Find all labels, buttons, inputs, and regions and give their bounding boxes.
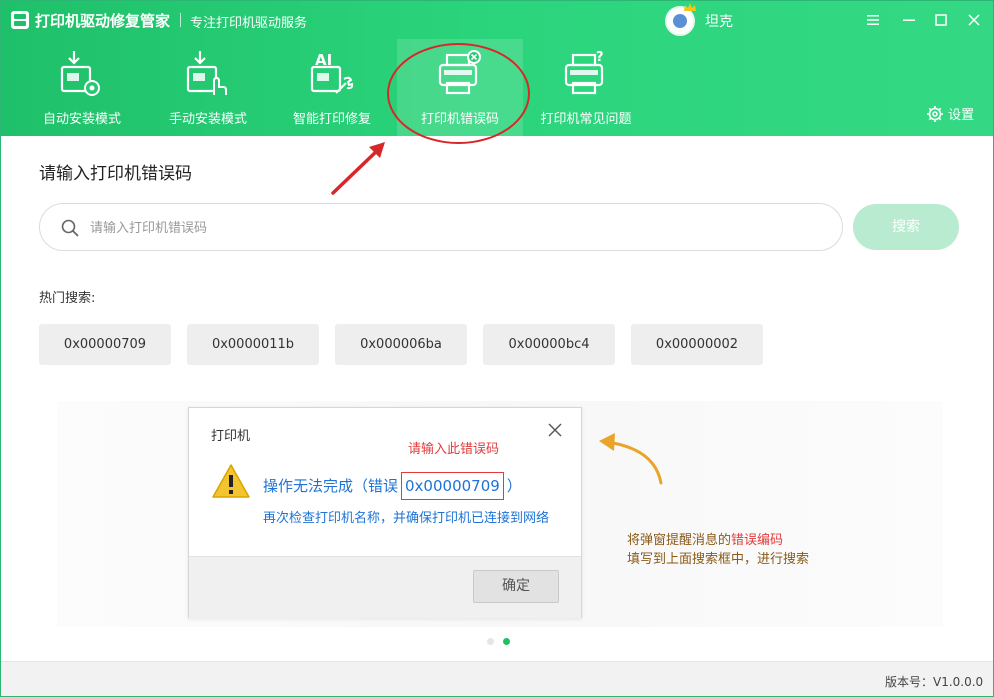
settings-label: 设置 bbox=[948, 108, 975, 123]
hot-tag[interactable]: 0x00000709 bbox=[39, 324, 171, 365]
page-heading: 请输入打印机错误码 bbox=[39, 164, 192, 184]
gear-icon bbox=[927, 105, 943, 122]
avatar-image bbox=[673, 14, 687, 28]
guide-instruction: 将弹窗提醒消息的错误编码 填写到上面搜索框中，进行搜索 bbox=[627, 531, 809, 569]
annotation-arrow-orange bbox=[599, 433, 663, 485]
header: 打印机驱动修复管家 专注打印机驱动服务 坦克 自动安装模式 手动安装模式 AI … bbox=[1, 1, 993, 136]
username[interactable]: 坦克 bbox=[705, 11, 733, 31]
hot-tag[interactable]: 0x00000002 bbox=[631, 324, 763, 365]
nav-manual-install[interactable]: 手动安装模式 bbox=[145, 39, 271, 136]
carousel-dot-active[interactable] bbox=[503, 638, 510, 645]
maximize-button[interactable] bbox=[931, 10, 951, 30]
crown-icon bbox=[684, 3, 696, 11]
guide-instruction-line1: 将弹窗提醒消息的错误编码 bbox=[627, 531, 809, 550]
search-icon bbox=[61, 219, 79, 237]
search-input[interactable] bbox=[90, 214, 820, 242]
title-bar: 打印机驱动修复管家 专注打印机驱动服务 坦克 bbox=[1, 1, 993, 39]
close-icon bbox=[968, 14, 980, 26]
close-button[interactable] bbox=[964, 10, 984, 30]
error-sub-message: 再次检查打印机名称，并确保打印机已连接到网络 bbox=[263, 511, 550, 526]
minimize-button[interactable] bbox=[899, 10, 919, 30]
search-button[interactable]: 搜索 bbox=[853, 204, 959, 250]
close-icon bbox=[548, 423, 562, 437]
guide-text-part1: 将弹窗提醒消息的 bbox=[627, 533, 732, 548]
error-code-highlight: 0x00000709 bbox=[401, 472, 504, 500]
nav-printer-error-code-label: 打印机错误码 bbox=[420, 112, 499, 127]
guide-instruction-line2: 填写到上面搜索框中，进行搜索 bbox=[627, 552, 810, 567]
printer-question-icon: ? bbox=[564, 50, 604, 95]
error-message-suffix: ） bbox=[506, 477, 522, 495]
dialog-footer: 确定 bbox=[189, 556, 581, 618]
download-settings-icon bbox=[60, 51, 100, 96]
nav-printer-faq-label: 打印机常见问题 bbox=[540, 112, 632, 127]
dialog-title: 打印机 bbox=[211, 429, 251, 444]
settings-button[interactable]: 设置 bbox=[926, 104, 974, 123]
nav-auto-install-label: 自动安装模式 bbox=[42, 112, 121, 127]
carousel-dot[interactable] bbox=[487, 638, 494, 645]
minimize-icon bbox=[903, 19, 915, 21]
nav-auto-install[interactable]: 自动安装模式 bbox=[19, 39, 145, 136]
app-subtitle: 专注打印机驱动服务 bbox=[190, 16, 308, 31]
app-logo-icon bbox=[11, 11, 29, 29]
hint-text: 请输入此错误码 bbox=[408, 442, 500, 457]
menu-button[interactable] bbox=[863, 10, 883, 30]
warning-icon bbox=[212, 464, 250, 498]
ai-wrench-icon: AI bbox=[310, 51, 354, 94]
hot-tag[interactable]: 0x0000011b bbox=[187, 324, 319, 365]
svg-text:?: ? bbox=[596, 50, 604, 65]
hot-tag[interactable]: 0x000006ba bbox=[335, 324, 467, 365]
nav-printer-error-code[interactable]: 打印机错误码 bbox=[397, 39, 523, 136]
ok-button: 确定 bbox=[473, 570, 559, 603]
hot-search-label: 热门搜索: bbox=[39, 291, 96, 306]
hamburger-icon bbox=[867, 15, 879, 25]
nav-printer-faq[interactable]: ? 打印机常见问题 bbox=[523, 39, 649, 136]
app-title: 打印机驱动修复管家 bbox=[35, 12, 171, 30]
guide-text-highlight: 错误编码 bbox=[731, 533, 784, 548]
search-box[interactable] bbox=[39, 203, 843, 251]
version-label: 版本号：V1.0.0.0 bbox=[885, 675, 984, 689]
error-message: 操作无法完成（错误 0x00000709） bbox=[263, 472, 522, 500]
footer-bar: 版本号：V1.0.0.0 bbox=[1, 661, 993, 696]
error-message-prefix: 操作无法完成（错误 bbox=[263, 477, 399, 495]
example-error-dialog: 打印机 请输入此错误码 操作无法完成（错误 0x00000709） 再次检查打印机… bbox=[188, 407, 582, 618]
nav-manual-install-label: 手动安装模式 bbox=[168, 112, 247, 127]
nav-smart-repair-label: 智能打印修复 bbox=[292, 112, 371, 127]
app-window: 打印机驱动修复管家 专注打印机驱动服务 坦克 自动安装模式 手动安装模式 AI … bbox=[0, 0, 994, 697]
hot-tag[interactable]: 0x00000bc4 bbox=[483, 324, 615, 365]
maximize-icon bbox=[935, 14, 947, 26]
title-separator bbox=[180, 13, 181, 27]
annotation-arrow-red bbox=[331, 142, 385, 195]
download-hand-icon bbox=[186, 51, 227, 95]
printer-error-icon bbox=[438, 50, 481, 95]
nav-smart-repair[interactable]: AI 智能打印修复 bbox=[269, 39, 395, 136]
